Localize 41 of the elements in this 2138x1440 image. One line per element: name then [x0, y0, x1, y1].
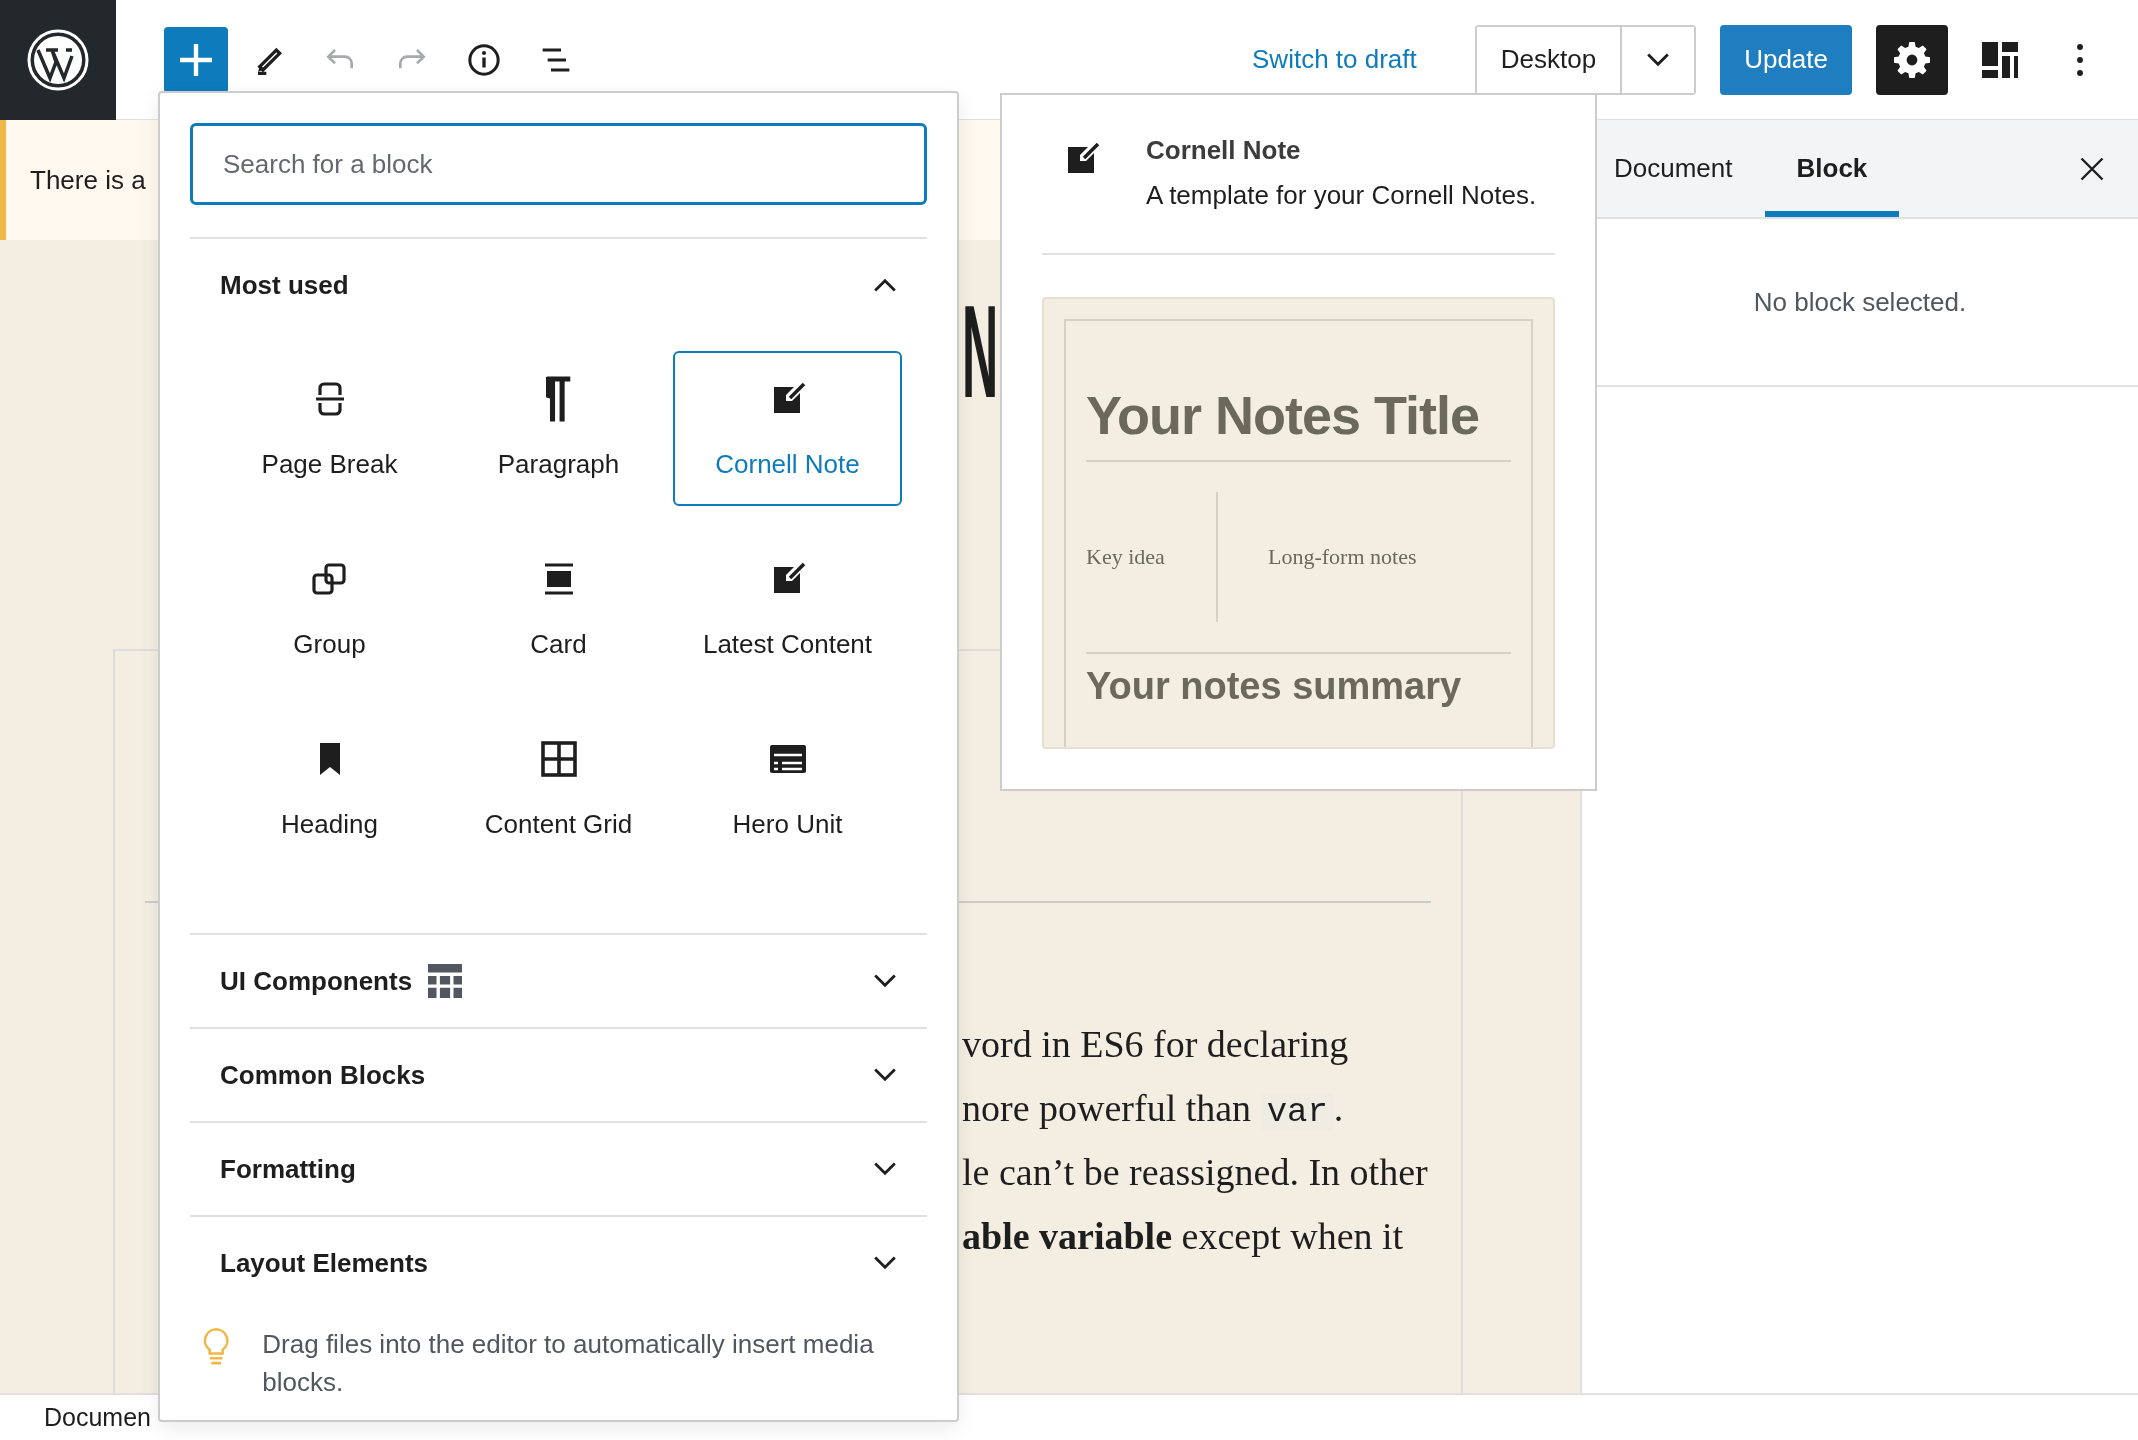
- layout-icon: [1982, 41, 2018, 78]
- category-header[interactable]: Common Blocks: [190, 1029, 927, 1121]
- cue-column-text: Key idea: [1086, 543, 1165, 570]
- breadcrumb-text: Documen: [44, 1403, 151, 1432]
- post-title: N: [962, 286, 999, 418]
- chevron-down-icon: [1646, 52, 1671, 67]
- update-button[interactable]: Update: [1720, 24, 1852, 95]
- sidebar-tab[interactable]: Document: [1582, 120, 1765, 217]
- preview-title: Cornell Note: [1146, 135, 1302, 166]
- notice-text: There is a: [30, 164, 146, 196]
- chevron-up-icon: [873, 278, 897, 292]
- switch-to-draft-link[interactable]: Switch to draft: [1252, 44, 1451, 75]
- template-title: Your Notes Title: [1086, 321, 1511, 462]
- category-header[interactable]: Most used: [190, 239, 927, 331]
- add-block-button[interactable]: [164, 26, 228, 93]
- tip-text: Drag files into the editor to automatically insert media blocks.: [262, 1328, 875, 1399]
- paragraph-text: able variable except when it: [962, 1214, 1405, 1259]
- settings-button[interactable]: [1876, 24, 1948, 95]
- paragraph-text: le can’t be reassigned. In other: [962, 1150, 1429, 1195]
- empty-message: No block selected.: [1753, 286, 1967, 318]
- category-header[interactable]: UI Components: [190, 935, 927, 1027]
- chevron-down-icon: [873, 974, 897, 988]
- sidebar-tab[interactable]: Block: [1764, 120, 1900, 217]
- gear-icon: [1894, 41, 1930, 78]
- search-field[interactable]: Search for a block: [190, 123, 927, 205]
- paragraph-icon: [545, 375, 572, 423]
- category-header[interactable]: Formatting: [190, 1123, 927, 1215]
- notes-column-text: Long-form notes: [1268, 543, 1417, 570]
- category-header[interactable]: Layout Elements: [190, 1217, 927, 1309]
- chevron-down-icon: [873, 1162, 897, 1176]
- preview-device-button[interactable]: Desktop: [1476, 26, 1623, 93]
- kebab-icon: [2077, 43, 2083, 76]
- paragraph-text: nore powerful than var.: [962, 1086, 1345, 1133]
- chevron-down-icon: [873, 1256, 897, 1270]
- block-item[interactable]: Cornell Note: [673, 351, 902, 506]
- paragraph-text: vord in ES6 for declaring: [962, 1022, 1350, 1067]
- wordpress-logo[interactable]: [0, 0, 116, 120]
- chevron-down-icon: [873, 1068, 897, 1082]
- plus-icon: [180, 43, 212, 76]
- template-summary: Your notes summary: [1086, 663, 1463, 709]
- preview-description: A template for your Cornell Notes.: [1146, 180, 1537, 211]
